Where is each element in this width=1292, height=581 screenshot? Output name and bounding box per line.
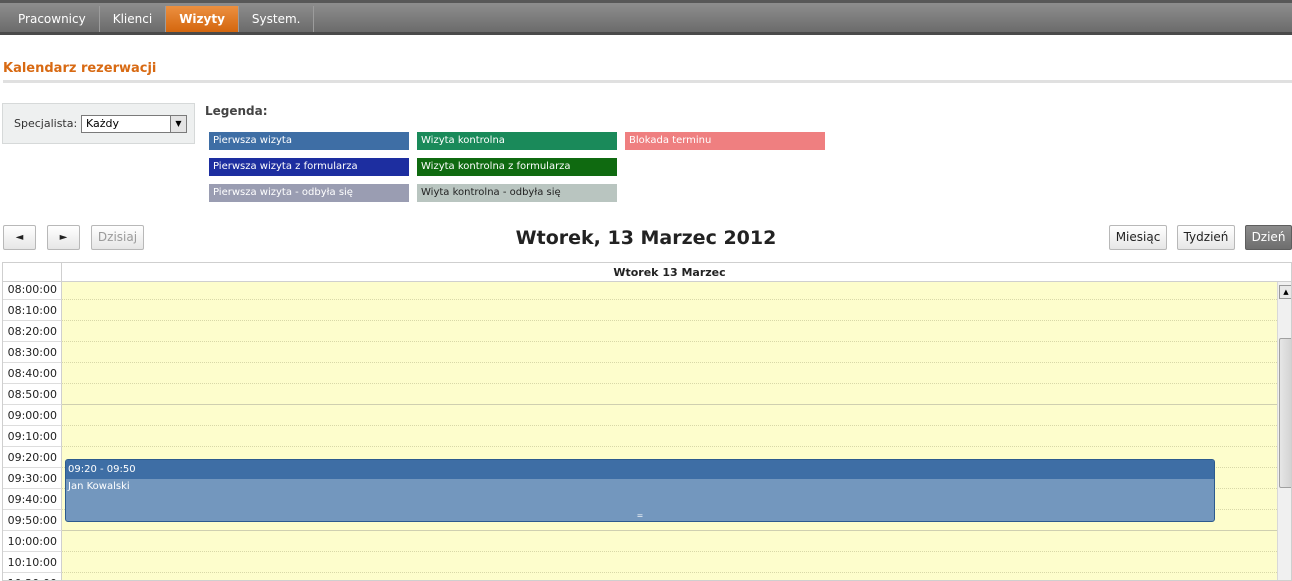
time-slot[interactable] bbox=[62, 321, 1277, 342]
time-slot[interactable] bbox=[62, 282, 1277, 300]
specialist-select-value: Każdy bbox=[86, 117, 120, 130]
specialist-label: Specjalista: bbox=[14, 117, 78, 130]
nav-item-system[interactable]: System. bbox=[239, 6, 315, 32]
time-label: 09:20:00 bbox=[3, 447, 62, 468]
legend-item-slot-block: Blokada terminu bbox=[625, 132, 825, 150]
time-label: 08:40:00 bbox=[3, 363, 62, 384]
time-label: 09:50:00 bbox=[3, 510, 62, 531]
time-slot[interactable] bbox=[62, 405, 1277, 426]
scroll-up-icon[interactable]: ▲ bbox=[1279, 285, 1291, 299]
legend-item-first-visit: Pierwsza wizyta bbox=[209, 132, 409, 150]
appointment-event[interactable]: 09:20 - 09:50 Jan Kowalski = bbox=[65, 459, 1215, 522]
time-slot[interactable] bbox=[62, 384, 1277, 405]
day-column-header[interactable]: Wtorek 13 Marzec bbox=[62, 263, 1277, 282]
time-label: 09:00:00 bbox=[3, 405, 62, 426]
page-title: Kalendarz rezerwacji bbox=[3, 61, 157, 76]
nav-item-klienci[interactable]: Klienci bbox=[100, 6, 167, 32]
scrollbar-thumb[interactable] bbox=[1279, 338, 1291, 488]
legend-item-control-visit-done: Wiyta kontrolna - odbyła się bbox=[417, 184, 617, 202]
time-slot[interactable] bbox=[62, 531, 1277, 552]
legend-item-first-visit-form: Pierwsza wizyta z formularza bbox=[209, 158, 409, 176]
calendar-body: 08:00:00 08:10:00 08:20:00 08:30:00 08:4… bbox=[3, 282, 1277, 580]
calendar-date-title: Wtorek, 13 Marzec 2012 bbox=[515, 227, 777, 249]
legend-item-control-visit: Wizyta kontrolna bbox=[417, 132, 617, 150]
nav-item-pracownicy[interactable]: Pracownicy bbox=[5, 6, 100, 32]
time-slot[interactable] bbox=[62, 552, 1277, 573]
time-label: 08:20:00 bbox=[3, 321, 62, 342]
nav-item-wizyty[interactable]: Wizyty bbox=[166, 6, 239, 32]
event-time-range: 09:20 - 09:50 bbox=[66, 460, 1214, 479]
time-slot[interactable] bbox=[62, 300, 1277, 321]
time-label: 08:30:00 bbox=[3, 342, 62, 363]
top-navigation-bar: Pracownicy Klienci Wizyty System. bbox=[0, 0, 1292, 35]
view-month-button[interactable]: Miesiąc bbox=[1109, 225, 1167, 250]
time-label: 09:30:00 bbox=[3, 468, 62, 489]
resize-handle-icon[interactable]: = bbox=[66, 512, 1214, 520]
chevron-down-icon[interactable]: ▼ bbox=[170, 116, 186, 132]
time-label: 10:10:00 bbox=[3, 552, 62, 573]
view-day-button[interactable]: Dzień bbox=[1245, 225, 1292, 250]
legend-item-control-visit-form: Wizyta kontrolna z formularza bbox=[417, 158, 617, 176]
specialist-select[interactable]: Każdy ▼ bbox=[81, 115, 187, 133]
time-slots bbox=[62, 282, 1277, 580]
time-slot[interactable] bbox=[62, 573, 1277, 580]
time-label: 09:10:00 bbox=[3, 426, 62, 447]
time-label: 08:00:00 bbox=[3, 282, 62, 300]
time-slot[interactable] bbox=[62, 363, 1277, 384]
main-nav: Pracownicy Klienci Wizyty System. bbox=[5, 6, 315, 32]
time-label: 10:20:00 bbox=[3, 573, 62, 580]
legend-title: Legenda: bbox=[205, 104, 268, 118]
view-week-button[interactable]: Tydzień bbox=[1177, 225, 1235, 250]
time-column: 08:00:00 08:10:00 08:20:00 08:30:00 08:4… bbox=[3, 282, 62, 580]
nav-shadow bbox=[0, 32, 1292, 35]
day-calendar: Wtorek 13 Marzec 08:00:00 08:10:00 08:20… bbox=[2, 262, 1292, 581]
title-divider bbox=[3, 80, 1292, 83]
time-label: 09:40:00 bbox=[3, 489, 62, 510]
legend-item-first-visit-done: Pierwsza wizyta - odbyła się bbox=[209, 184, 409, 202]
calendar-header: Wtorek 13 Marzec bbox=[3, 263, 1291, 282]
calendar-scrollbar[interactable]: ▲ bbox=[1277, 282, 1291, 580]
time-slot[interactable] bbox=[62, 342, 1277, 363]
time-gutter-header bbox=[3, 263, 62, 282]
time-label: 08:50:00 bbox=[3, 384, 62, 405]
specialist-filter-box: Specjalista: Każdy ▼ bbox=[2, 103, 195, 144]
time-label: 08:10:00 bbox=[3, 300, 62, 321]
time-label: 10:00:00 bbox=[3, 531, 62, 552]
event-client-name: Jan Kowalski bbox=[68, 481, 130, 492]
time-slot[interactable] bbox=[62, 426, 1277, 447]
